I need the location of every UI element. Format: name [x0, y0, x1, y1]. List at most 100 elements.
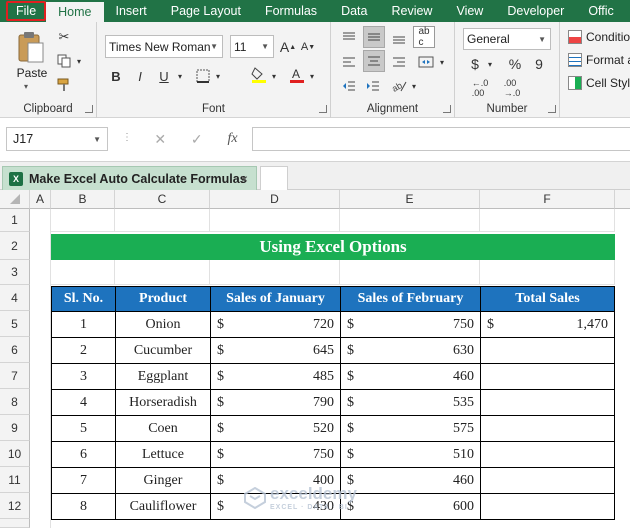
grid-cell[interactable]	[340, 260, 480, 285]
clipboard-launcher-icon[interactable]	[85, 105, 93, 113]
borders-chevron-icon[interactable]: ▾	[213, 66, 223, 86]
paste-icon[interactable]	[14, 30, 48, 66]
cell-sales-february[interactable]: $630	[340, 337, 481, 364]
cell-sales-february[interactable]: $460	[340, 467, 481, 494]
paste-label[interactable]: Paste	[14, 66, 50, 80]
bold-button[interactable]: B	[107, 66, 125, 86]
grid-cell[interactable]	[480, 209, 615, 232]
grid-cell[interactable]	[51, 209, 115, 232]
cell-sales-february[interactable]: $750	[340, 311, 481, 338]
sheet-title[interactable]: Using Excel Options	[51, 234, 615, 260]
accounting-chevron-icon[interactable]: ▾	[485, 54, 495, 74]
cell-total-sales[interactable]	[480, 441, 615, 468]
row-header[interactable]: 9	[0, 415, 30, 441]
cell-sales-february[interactable]: $510	[340, 441, 481, 468]
row-header[interactable]: 5	[0, 311, 30, 337]
decrease-font-icon[interactable]: A ▼	[299, 37, 317, 57]
row-header[interactable]: 12	[0, 493, 30, 519]
borders-icon[interactable]	[193, 66, 213, 86]
font-color-icon[interactable]: A	[287, 64, 307, 86]
header-sales-january[interactable]: Sales of January	[210, 286, 341, 312]
tab-file[interactable]: File	[6, 1, 47, 21]
grid-cell[interactable]	[115, 260, 210, 285]
column-header[interactable]: D	[210, 190, 340, 209]
tab-review[interactable]: Review	[379, 0, 444, 22]
cell-styles-button[interactable]: Cell Styl	[568, 76, 630, 90]
align-bottom-icon[interactable]	[389, 28, 409, 48]
cell-product[interactable]: Ginger	[115, 467, 211, 494]
column-header[interactable]: B	[51, 190, 115, 209]
align-center-icon[interactable]	[363, 50, 385, 72]
row-header[interactable]: 2	[0, 232, 30, 260]
cell-product[interactable]: Lettuce	[115, 441, 211, 468]
cell-total-sales[interactable]: $1,470	[480, 311, 615, 338]
font-size-select[interactable]: 11 ▼	[230, 35, 274, 58]
grid-cell[interactable]	[115, 209, 210, 232]
cell-product[interactable]: Cucumber	[115, 337, 211, 364]
number-launcher-icon[interactable]	[548, 105, 556, 113]
cancel-icon[interactable]: ✕	[154, 131, 166, 148]
row-header[interactable]: 10	[0, 441, 30, 467]
header-sales-february[interactable]: Sales of February	[340, 286, 481, 312]
align-left-icon[interactable]	[339, 52, 359, 72]
cell-total-sales[interactable]	[480, 337, 615, 364]
row-header[interactable]: 7	[0, 363, 30, 389]
row-header[interactable]: 1	[0, 209, 30, 232]
row-header[interactable]: 6	[0, 337, 30, 363]
workbook-tab[interactable]: X Make Excel Auto Calculate Formulas ×	[2, 166, 257, 190]
font-launcher-icon[interactable]	[319, 105, 327, 113]
tab-office[interactable]: Offic	[576, 0, 625, 22]
increase-indent-icon[interactable]	[363, 76, 383, 96]
cell-product[interactable]: Cauliflower	[115, 493, 211, 520]
underline-button[interactable]: U	[155, 66, 173, 86]
orientation-chevron-icon[interactable]: ▾	[409, 76, 419, 96]
cell-total-sales[interactable]	[480, 415, 615, 442]
increase-font-icon[interactable]: A ▲	[279, 37, 297, 57]
column-header[interactable]: E	[340, 190, 480, 209]
row-header[interactable]: 11	[0, 467, 30, 493]
cell-product[interactable]: Eggplant	[115, 363, 211, 390]
merge-center-icon[interactable]	[415, 52, 437, 72]
cell-sales-february[interactable]: $535	[340, 389, 481, 416]
grid-cell[interactable]	[210, 260, 340, 285]
cell-sales-february[interactable]: $600	[340, 493, 481, 520]
grid-cell[interactable]	[340, 209, 480, 232]
cell-sl-no[interactable]: 6	[51, 441, 116, 468]
percent-style-button[interactable]: %	[507, 54, 523, 74]
new-workbook-tab[interactable]	[260, 166, 288, 190]
cell-sales-january[interactable]: $750	[210, 441, 341, 468]
comma-style-icon[interactable]: 9	[531, 54, 547, 74]
align-top-icon[interactable]	[339, 28, 359, 48]
cell-sales-february[interactable]: $575	[340, 415, 481, 442]
fill-color-chevron-icon[interactable]: ▾	[269, 66, 279, 86]
fill-color-icon[interactable]	[249, 64, 269, 86]
orientation-icon[interactable]: ab	[389, 76, 409, 96]
column-header[interactable]: F	[480, 190, 615, 209]
column-header[interactable]: A	[30, 190, 51, 209]
underline-chevron-icon[interactable]: ▾	[175, 66, 185, 86]
cell-product[interactable]: Onion	[115, 311, 211, 338]
grid-cell[interactable]	[210, 209, 340, 232]
cell-sl-no[interactable]: 4	[51, 389, 116, 416]
cell-total-sales[interactable]	[480, 389, 615, 416]
copy-chevron-icon[interactable]: ▾	[74, 52, 84, 70]
cell-total-sales[interactable]	[480, 363, 615, 390]
cell-sl-no[interactable]: 2	[51, 337, 116, 364]
row-header[interactable]: 4	[0, 285, 30, 311]
paste-chevron-icon[interactable]: ▾	[24, 82, 28, 91]
tab-insert[interactable]: Insert	[104, 0, 159, 22]
cell-sl-no[interactable]: 8	[51, 493, 116, 520]
cell-sl-no[interactable]: 5	[51, 415, 116, 442]
number-format-select[interactable]: General ▼	[463, 28, 551, 50]
header-total-sales[interactable]: Total Sales	[480, 286, 615, 312]
font-color-chevron-icon[interactable]: ▾	[307, 66, 317, 86]
cell-sales-january[interactable]: $645	[210, 337, 341, 364]
grid-cell[interactable]	[480, 260, 615, 285]
cut-icon[interactable]: ✂	[56, 28, 72, 46]
cell-sl-no[interactable]: 1	[51, 311, 116, 338]
decrease-indent-icon[interactable]	[339, 76, 359, 96]
italic-button[interactable]: I	[131, 66, 149, 86]
tab-page-layout[interactable]: Page Layout	[159, 0, 253, 22]
cell-total-sales[interactable]	[480, 493, 615, 520]
font-name-select[interactable]: Times New Roman ▼	[105, 35, 223, 58]
